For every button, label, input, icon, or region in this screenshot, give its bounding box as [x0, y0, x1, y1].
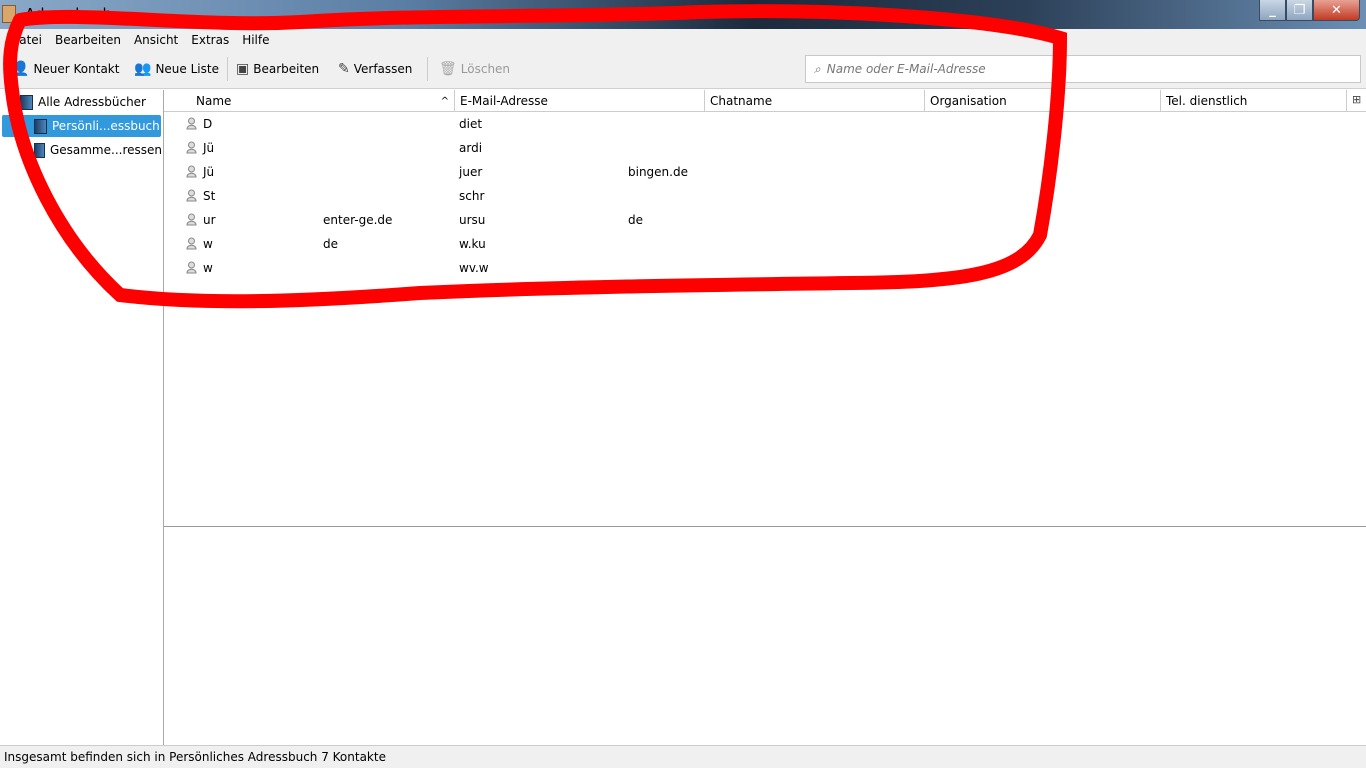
contact-email: schr [459, 189, 485, 203]
status-bar: Insgesamt befinden sich in Persönliches … [0, 745, 1366, 768]
new-list-button[interactable]: 👥 Neue Liste [134, 61, 219, 77]
new-list-label: Neue Liste [155, 62, 219, 76]
contact-name-tail: enter-ge.de [323, 213, 393, 227]
book-icon [34, 118, 47, 134]
sidebar-item-all[interactable]: Alle Adressbücher [20, 91, 162, 113]
contact-name: Jü [203, 165, 215, 179]
menu-datei[interactable]: Datei [10, 33, 42, 47]
column-phone-work[interactable]: Tel. dienstlich [1161, 90, 1347, 112]
restore-button[interactable]: ❐ [1286, 0, 1313, 21]
status-text: Insgesamt befinden sich in Persönliches … [4, 750, 386, 764]
addressbook-app-icon [2, 5, 16, 23]
close-button[interactable]: ✕ [1313, 0, 1360, 21]
trash-icon: 🗑 [439, 61, 457, 77]
contact-person-icon [186, 189, 197, 202]
book-icon [20, 94, 33, 110]
column-label: Name [196, 94, 232, 108]
edit-label: Bearbeiten [253, 62, 320, 76]
search-placeholder: Name oder E-Mail-Adresse [826, 62, 986, 76]
table-row[interactable]: Jü ardi [164, 136, 1366, 160]
new-contact-label: Neuer Kontakt [33, 62, 120, 76]
sidebar-item-collected[interactable]: Gesamme...ressen [34, 139, 162, 161]
sidebar-item-personal[interactable]: Persönli...essbuch [2, 115, 161, 137]
contact-person-icon [186, 117, 197, 130]
column-name[interactable]: Name ^ [191, 90, 455, 112]
window-title: Adressbuch [25, 5, 112, 23]
contact-email: ursu [459, 213, 486, 227]
contact-email: wv.w [459, 261, 489, 275]
column-email[interactable]: E-Mail-Adresse [455, 90, 705, 112]
column-chatname[interactable]: Chatname [705, 90, 925, 112]
contact-person-icon [186, 237, 197, 250]
delete-button[interactable]: 🗑 Löschen [439, 61, 510, 77]
table-row[interactable]: St schr [164, 184, 1366, 208]
table-row[interactable]: w wv.w [164, 256, 1366, 280]
delete-label: Löschen [460, 62, 511, 76]
contact-name: D [203, 117, 213, 131]
contact-email: diet [459, 117, 483, 131]
contact-email: ardi [459, 141, 483, 155]
table-row[interactable]: D diet [164, 112, 1366, 136]
menu-extras[interactable]: Extras [191, 33, 229, 47]
menu-ansicht[interactable]: Ansicht [134, 33, 178, 47]
minimize-button[interactable]: _ [1259, 0, 1286, 21]
pencil-icon: ✎ [338, 61, 350, 77]
contact-name: w [203, 261, 213, 275]
addressbook-sidebar: Alle Adressbücher Persönli...essbuch Ges… [0, 90, 164, 745]
contact-list: Name ^ E-Mail-Adresse Chatname Organisati… [164, 90, 1366, 527]
contact-card-icon: ▣ [236, 61, 250, 77]
column-label: Organisation [930, 94, 1007, 108]
contact-name: ur [203, 213, 216, 227]
contact-email-tail: bingen.de [628, 165, 688, 179]
contact-name: w [203, 237, 213, 251]
contact-preview-pane [164, 528, 1366, 745]
contact-person-icon [186, 165, 197, 178]
contact-name-tail: de [323, 237, 338, 251]
sidebar-item-label: Persönli...essbuch [52, 119, 160, 133]
title-bar: Adressbuch _ ❐ ✕ [0, 0, 1366, 29]
book-icon [34, 142, 45, 158]
search-input[interactable]: ⌕ Name oder E-Mail-Adresse [805, 55, 1361, 83]
column-label: E-Mail-Adresse [460, 94, 548, 108]
edit-button[interactable]: ▣ Bearbeiten [236, 61, 319, 77]
column-label: Chatname [710, 94, 773, 108]
table-row[interactable]: Jü juer bingen.de [164, 160, 1366, 184]
menu-hilfe[interactable]: Hilfe [242, 33, 269, 47]
toolbar: 👤 Neuer Kontakt 👥 Neue Liste ▣ Bearbeiten ✎… [0, 50, 1366, 89]
add-person-icon: 👤 [12, 61, 30, 77]
add-group-icon: 👥 [134, 61, 152, 77]
contact-person-icon [186, 261, 197, 274]
toolbar-separator [427, 57, 428, 81]
new-contact-button[interactable]: 👤 Neuer Kontakt [12, 61, 119, 77]
table-row[interactable]: w de w.ku [164, 232, 1366, 256]
compose-button[interactable]: ✎ Verfassen [338, 61, 412, 77]
column-label: Tel. dienstlich [1166, 94, 1248, 108]
column-picker-icon[interactable]: ⊞ [1352, 93, 1361, 106]
search-icon: ⌕ [814, 61, 821, 76]
sort-ascending-icon: ^ [440, 95, 449, 107]
sidebar-item-label: Gesamme...ressen [49, 143, 162, 157]
contact-name: St [203, 189, 216, 203]
toolbar-separator [227, 57, 228, 81]
contact-person-icon [186, 213, 197, 226]
contact-person-icon [186, 141, 197, 154]
table-row[interactable]: ur enter-ge.de ursu de [164, 208, 1366, 232]
sidebar-item-label: Alle Adressbücher [38, 95, 146, 109]
contact-email: juer [459, 165, 483, 179]
menu-bearbeiten[interactable]: Bearbeiten [55, 33, 121, 47]
contact-email-tail: de [628, 213, 643, 227]
menu-bar: Datei Bearbeiten Ansicht Extras Hilfe [0, 29, 1366, 50]
column-organisation[interactable]: Organisation [925, 90, 1161, 112]
column-header-row: Name ^ E-Mail-Adresse Chatname Organisati… [164, 90, 1366, 112]
compose-label: Verfassen [353, 62, 413, 76]
contact-name: Jü [203, 141, 215, 155]
contact-email: w.ku [459, 237, 486, 251]
